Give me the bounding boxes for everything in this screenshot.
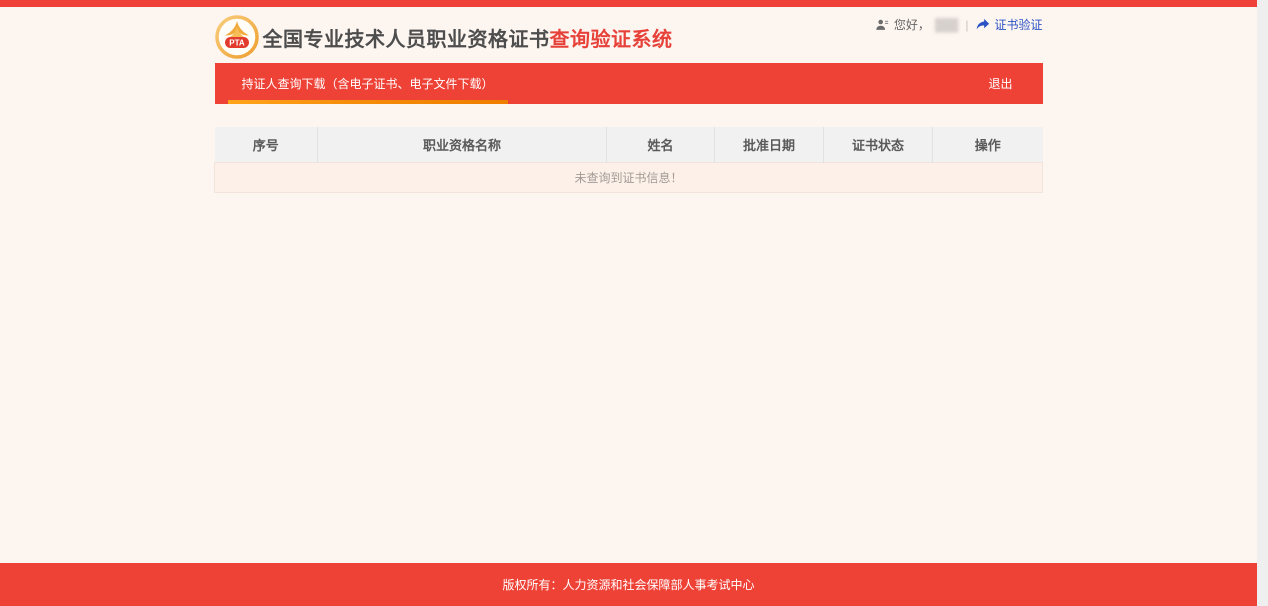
header: PTA 全国专业技术人员职业资格证书查询验证系统 您好， ███ | 证书验证 <box>214 7 1043 63</box>
empty-message: 未查询到证书信息！ <box>214 161 1043 193</box>
pta-logo-icon: PTA <box>214 15 259 59</box>
verify-link-label[interactable]: 证书验证 <box>994 16 1042 33</box>
nav-bar: 持证人查询下载（含电子证书、电子文件下载） 退出 <box>214 63 1043 104</box>
certificate-verify-link[interactable]: 证书验证 <box>976 16 1043 33</box>
col-header-qualification-name: 职业资格名称 <box>317 127 607 162</box>
col-header-actions: 操作 <box>932 127 1043 162</box>
col-header-status: 证书状态 <box>823 127 933 162</box>
page-title: 全国专业技术人员职业资格证书查询验证系统 <box>263 23 673 52</box>
tab-holder-query-download[interactable]: 持证人查询下载（含电子证书、电子文件下载） <box>227 63 508 104</box>
page: PTA 全国专业技术人员职业资格证书查询验证系统 您好， ███ | 证书验证 … <box>0 0 1268 606</box>
user-bar: 您好， ███ | 证书验证 <box>875 16 1043 33</box>
greeting-text: 您好， <box>893 18 930 32</box>
separator: | <box>965 17 969 32</box>
active-tab-underline <box>227 100 508 104</box>
page-content: PTA 全国专业技术人员职业资格证书查询验证系统 您好， ███ | 证书验证 … <box>0 0 1257 606</box>
empty-result-row: 未查询到证书信息！ <box>214 161 1043 193</box>
brand: PTA 全国专业技术人员职业资格证书查询验证系统 <box>214 15 673 59</box>
title-suffix: 查询验证系统 <box>549 28 673 51</box>
title-main: 全国专业技术人员职业资格证书 <box>262 28 550 51</box>
scrollbar-track[interactable] <box>1257 0 1268 606</box>
footer-bar: 版权所有：人力资源和社会保障部人事考试中心 <box>0 563 1257 606</box>
logout-button[interactable]: 退出 <box>988 75 1012 92</box>
top-accent-bar <box>0 0 1257 7</box>
user-name-redacted: ███ <box>934 17 958 32</box>
logo-text: PTA <box>229 39 245 48</box>
share-arrow-icon[interactable] <box>976 18 990 31</box>
certificate-table: 序号 职业资格名称 姓名 批准日期 证书状态 操作 未查询到证书信息！ <box>214 127 1043 193</box>
user-icon <box>876 19 888 30</box>
col-header-approval-date: 批准日期 <box>714 127 824 162</box>
tab-label: 持证人查询下载（含电子证书、电子文件下载） <box>241 77 494 91</box>
col-header-name: 姓名 <box>606 127 715 162</box>
copyright-text: 版权所有：人力资源和社会保障部人事考试中心 <box>502 578 755 592</box>
col-header-index: 序号 <box>214 127 318 162</box>
table-header-row: 序号 职业资格名称 姓名 批准日期 证书状态 操作 <box>214 127 1043 162</box>
